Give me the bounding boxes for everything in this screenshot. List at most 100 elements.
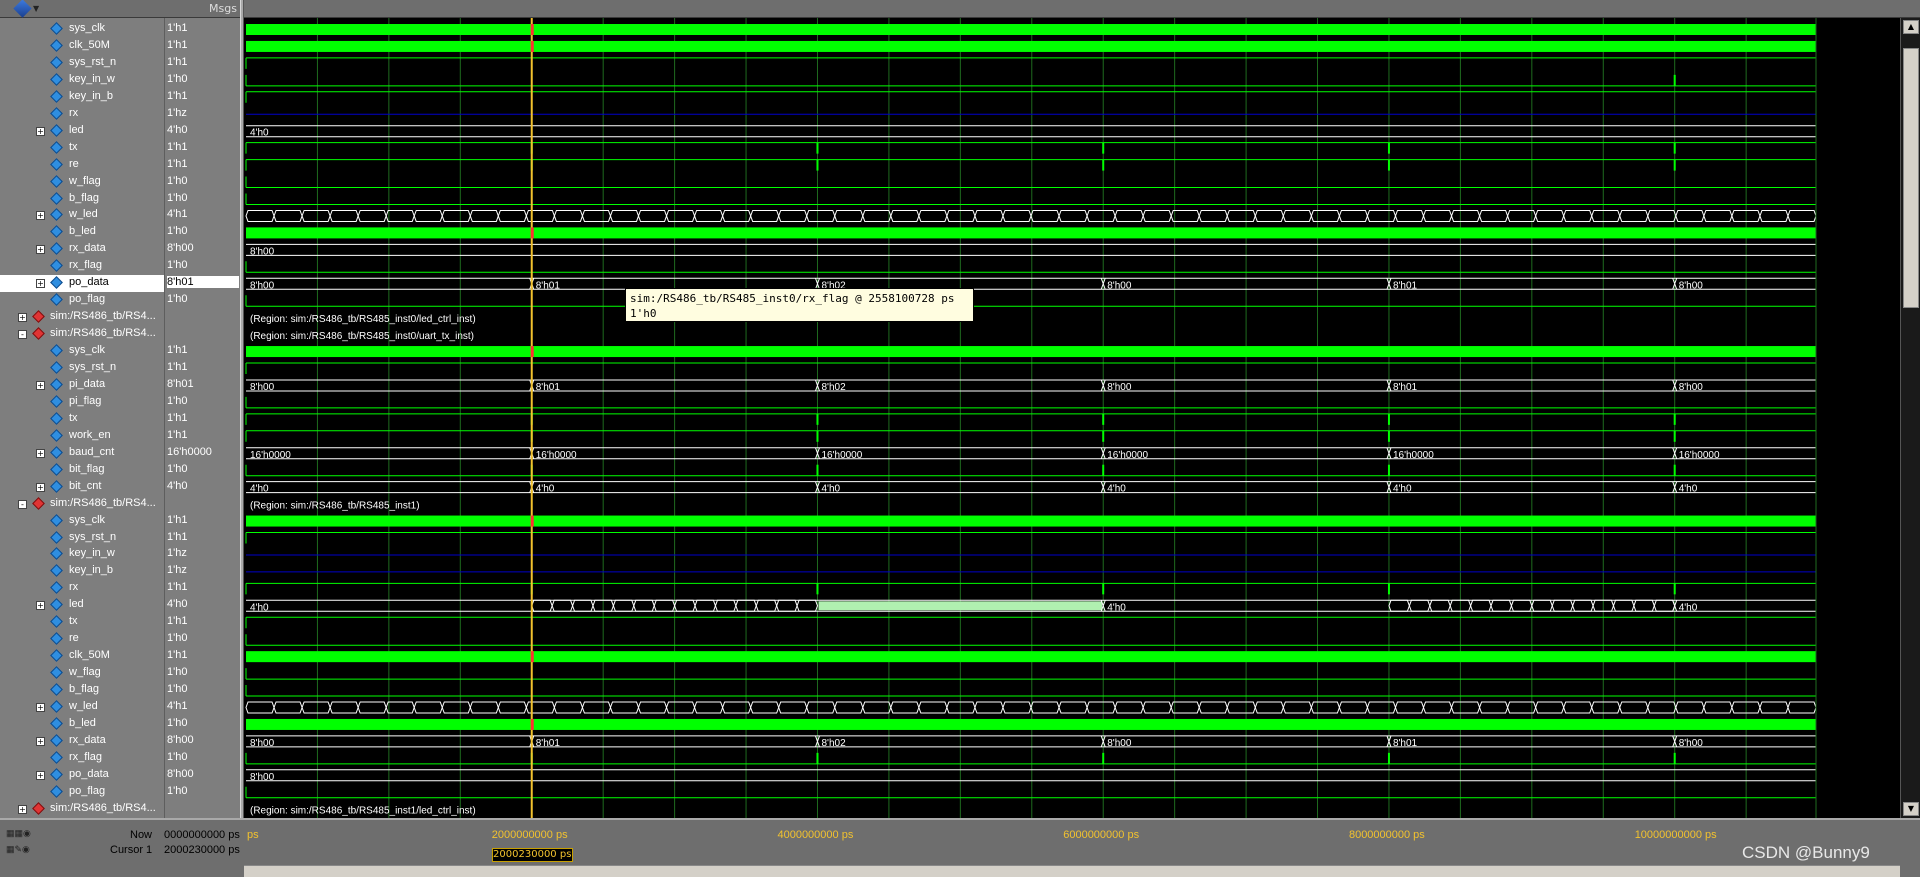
signal-row[interactable]: w_flag: [0, 174, 164, 191]
signal-row[interactable]: po_flag: [0, 784, 164, 801]
signal-value: 1'h1: [167, 55, 188, 68]
signal-row[interactable]: w_flag: [0, 665, 164, 682]
expand-icon[interactable]: +: [36, 380, 45, 390]
signal-row[interactable]: - sim:/RS486_tb/RS4...: [0, 326, 164, 343]
signal-row[interactable]: sys_clk: [0, 343, 164, 360]
expand-icon[interactable]: +: [36, 601, 45, 611]
now-icons[interactable]: ▦▦◉: [6, 828, 31, 839]
signal-icon: [50, 72, 63, 86]
signal-row[interactable]: + w_led: [0, 207, 164, 224]
signal-name: sys_rst_n: [69, 530, 117, 543]
signal-row[interactable]: sys_clk: [0, 21, 164, 38]
signal-row[interactable]: work_en: [0, 428, 164, 445]
wave-window-icon[interactable]: [13, 0, 32, 18]
expand-icon[interactable]: +: [18, 804, 27, 814]
signal-value: 1'h1: [167, 22, 188, 34]
collapse-icon[interactable]: -: [18, 330, 27, 340]
scroll-down-icon[interactable]: ▼: [1903, 802, 1919, 816]
wave-po_flag: [245, 295, 1816, 307]
signal-row[interactable]: tx: [0, 411, 164, 428]
signal-row[interactable]: key_in_b: [0, 89, 164, 106]
signal-value: 1'h1: [167, 581, 188, 594]
tooltip-signal-value: 1'h0: [630, 307, 657, 320]
signal-row[interactable]: clk_50M: [0, 38, 164, 55]
region-icon: [32, 496, 45, 510]
bus-cell: [1058, 701, 1088, 714]
signal-icon: [50, 428, 63, 442]
expand-icon[interactable]: +: [36, 482, 45, 492]
cursor-time-box[interactable]: 2000230000 ps: [491, 848, 573, 862]
expand-icon[interactable]: +: [36, 736, 45, 746]
bus-cell: [1198, 209, 1228, 222]
signal-row[interactable]: sys_rst_n: [0, 55, 164, 72]
horizontal-scrollbar[interactable]: [244, 865, 1900, 877]
signal-row[interactable]: pi_flag: [0, 394, 164, 411]
expand-icon[interactable]: +: [36, 211, 45, 221]
expand-icon[interactable]: +: [36, 245, 45, 255]
signal-row[interactable]: + sim:/RS486_tb/RS4...: [0, 801, 164, 818]
signal-row[interactable]: b_flag: [0, 682, 164, 699]
scroll-thumb[interactable]: [1903, 48, 1919, 308]
signal-value: 1'h1: [167, 157, 188, 170]
signal-name-pane[interactable]: sys_clk clk_50M sys_rst_n key_in_w key_in_b r…: [0, 18, 164, 818]
signal-row[interactable]: clk_50M: [0, 648, 164, 665]
signal-row[interactable]: + pi_data: [0, 377, 164, 394]
signal-row[interactable]: + bit_cnt: [0, 479, 164, 496]
cursor-mark: [530, 651, 534, 663]
signal-row[interactable]: b_flag: [0, 191, 164, 208]
signal-row[interactable]: - sim:/RS486_tb/RS4...: [0, 496, 164, 513]
bus-cell: [1422, 209, 1453, 222]
bus-cell: [1226, 701, 1256, 714]
expand-icon[interactable]: +: [36, 448, 45, 458]
signal-row[interactable]: b_led: [0, 224, 164, 241]
signal-row[interactable]: re: [0, 631, 164, 648]
vertical-scrollbar[interactable]: ▲ ▼: [1900, 18, 1920, 818]
signal-row[interactable]: + rx_data: [0, 241, 164, 258]
cursor-mark: [530, 40, 534, 52]
signal-row[interactable]: + led: [0, 123, 164, 140]
dropdown-arrow-icon[interactable]: ▼: [33, 4, 39, 13]
signal-row[interactable]: sys_clk: [0, 513, 164, 530]
signal-row[interactable]: tx: [0, 140, 164, 157]
signal-row[interactable]: tx: [0, 614, 164, 631]
signal-row[interactable]: + sim:/RS486_tb/RS4...: [0, 309, 164, 326]
waveform-pane[interactable]: 4'h0 8'h00 8'h00 8'h01 8'h02 8'h00 8'h01 8'h00 (…: [244, 18, 1900, 818]
signal-row[interactable]: b_led: [0, 716, 164, 733]
signal-row[interactable]: + w_led: [0, 699, 164, 716]
signal-row[interactable]: re: [0, 157, 164, 174]
signal-row[interactable]: sys_rst_n: [0, 530, 164, 547]
signal-row[interactable]: key_in_b: [0, 563, 164, 580]
signal-value: 1'h0: [167, 462, 188, 475]
signal-row[interactable]: + po_data: [0, 767, 164, 784]
signal-row[interactable]: bit_flag: [0, 462, 164, 479]
signal-row[interactable]: + rx_data: [0, 733, 164, 750]
signal-name: sim:/RS486_tb/RS4...: [50, 327, 156, 340]
signal-row[interactable]: rx: [0, 106, 164, 123]
scroll-up-icon[interactable]: ▲: [1903, 20, 1919, 34]
signal-value: 4'h0: [167, 598, 188, 611]
signal-row[interactable]: + po_data: [0, 275, 164, 293]
signal-value: 1'h0: [167, 191, 188, 204]
wave-sim__RS486_tb_RS4___: (Region: sim:/RS486_tb/RS485_inst0/uart_…: [250, 331, 474, 342]
collapse-icon[interactable]: -: [18, 499, 27, 509]
signal-row[interactable]: + led: [0, 597, 164, 614]
signal-row[interactable]: key_in_w: [0, 72, 164, 89]
signal-row[interactable]: po_flag: [0, 292, 164, 309]
signal-row[interactable]: sys_rst_n: [0, 360, 164, 377]
signal-value-pane[interactable]: 1'h1 1'h1 1'h1 1'h0 1'h1 1'hz 4'h0 1'h1 1'h1 1'h0…: [164, 18, 240, 818]
expand-icon[interactable]: +: [36, 279, 45, 289]
expand-icon[interactable]: +: [36, 126, 45, 136]
expand-icon[interactable]: +: [36, 703, 45, 712]
cursor-mark: [530, 227, 534, 239]
signal-row[interactable]: rx_flag: [0, 750, 164, 767]
bus-cell: [1647, 701, 1677, 714]
cursor-icons[interactable]: ▦✎◉: [6, 844, 30, 855]
signal-row[interactable]: rx: [0, 580, 164, 597]
signal-row[interactable]: key_in_w: [0, 546, 164, 563]
signal-value: 4'h1: [167, 208, 188, 221]
expand-icon[interactable]: +: [36, 770, 45, 780]
signal-row[interactable]: rx_flag: [0, 258, 164, 275]
expand-icon[interactable]: +: [18, 313, 27, 323]
signal-row[interactable]: + baud_cnt: [0, 445, 164, 462]
wave-led: 4'h0 4'h0 4'h0: [246, 599, 1816, 613]
